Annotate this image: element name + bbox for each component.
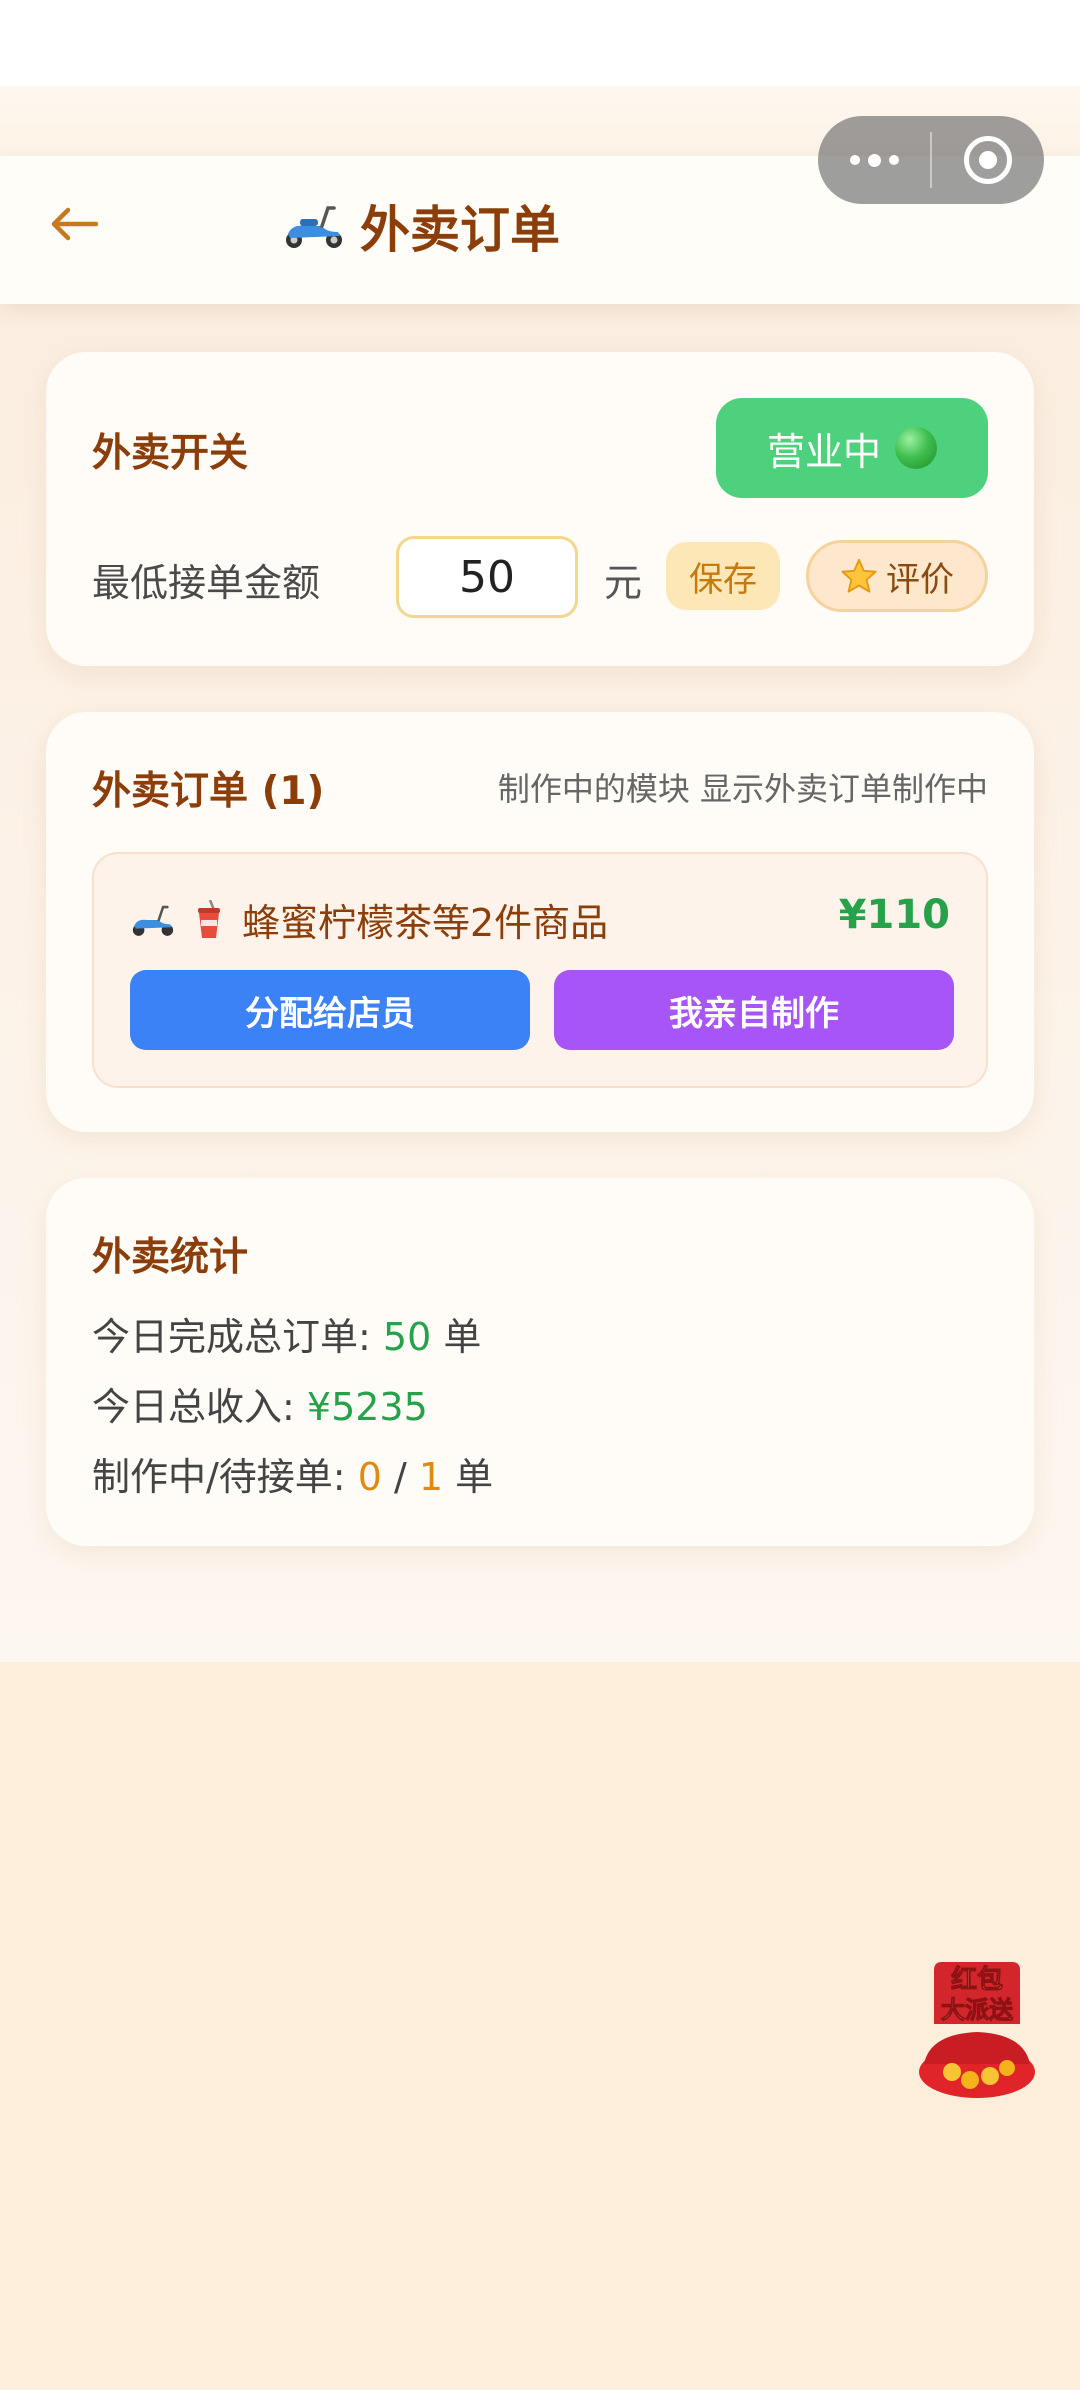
switch-card-title: 外卖开关 — [92, 431, 249, 476]
orders-hint: 制作中的模块 显示外卖订单制作中 — [497, 770, 988, 808]
assign-label: 分配给店员 — [245, 993, 415, 1034]
income-label: 今日总收入: — [92, 1385, 307, 1429]
completed-orders-line: 今日完成总订单: 50 单 — [92, 1306, 481, 1361]
waiting-value: 1 — [418, 1455, 444, 1499]
save-button[interactable]: 保存 — [666, 542, 780, 610]
making-waiting-line: 制作中/待接单: 0 / 1 单 — [92, 1446, 493, 1501]
completed-value: 50 — [382, 1315, 432, 1359]
close-mini-program-button[interactable] — [932, 116, 1044, 204]
more-dots-icon — [846, 153, 903, 167]
page-title: 外卖订单 — [360, 201, 560, 259]
redpacket-text-1: 红包 — [951, 1964, 1003, 1995]
making-label: 制作中/待接单: — [92, 1455, 358, 1499]
separator: / — [381, 1455, 419, 1499]
stats-card: 外卖统计 今日完成总订单: 50 单 今日总收入: ¥5235 制作中/待接单:… — [46, 1178, 1034, 1546]
redpacket-text-2: 大派送 — [941, 1996, 1014, 2024]
making-value: 0 — [357, 1455, 382, 1499]
order-price: ¥110 — [838, 892, 950, 938]
review-button[interactable]: 评价 — [806, 540, 988, 612]
red-packet-float-button[interactable]: 红包 大派送 — [912, 1954, 1042, 2104]
income-line: 今日总收入: ¥5235 — [92, 1376, 428, 1431]
amount-unit: 元 — [604, 561, 643, 605]
mini-program-capsule — [818, 116, 1044, 204]
target-circle-icon — [964, 136, 1012, 184]
toggle-label: 营业中 — [766, 431, 881, 474]
title-group: 外卖订单 — [282, 190, 560, 262]
assign-to-staff-button[interactable]: 分配给店员 — [130, 970, 530, 1050]
make-myself-button[interactable]: 我亲自制作 — [554, 970, 954, 1050]
completed-unit: 单 — [431, 1315, 482, 1359]
stats-card-title: 外卖统计 — [92, 1235, 249, 1280]
min-amount-input[interactable] — [396, 536, 578, 618]
review-label: 评价 — [886, 559, 954, 600]
star-icon — [841, 558, 877, 593]
order-title-row: 蜂蜜柠檬茶等2件商品 — [130, 892, 608, 947]
orders-card: 外卖订单 (1) 制作中的模块 显示外卖订单制作中 蜂蜜柠檬茶等2件商品 ¥11… — [46, 712, 1034, 1132]
min-amount-label: 最低接单金额 — [92, 561, 321, 605]
income-value: ¥5235 — [306, 1385, 428, 1429]
scooter-icon — [286, 206, 342, 248]
completed-label: 今日完成总订单: — [92, 1315, 383, 1359]
scooter-icon — [132, 905, 174, 936]
status-bar — [0, 0, 1080, 86]
more-button[interactable] — [818, 116, 930, 204]
orders-card-title: 外卖订单 (1) — [92, 769, 325, 814]
arrow-left-icon[interactable] — [44, 194, 104, 254]
self-label: 我亲自制作 — [669, 993, 839, 1034]
green-orb-icon — [895, 427, 937, 469]
cup-icon — [198, 899, 220, 938]
save-label: 保存 — [689, 559, 757, 600]
delivery-switch-card: 外卖开关 营业中 最低接单金额 元 保存 评价 — [46, 352, 1034, 666]
waiting-unit: 单 — [443, 1455, 494, 1499]
order-item[interactable]: 蜂蜜柠檬茶等2件商品 ¥110 分配给店员 我亲自制作 — [92, 852, 988, 1088]
order-name: 蜂蜜柠檬茶等2件商品 — [242, 901, 609, 945]
business-status-toggle[interactable]: 营业中 — [716, 398, 988, 498]
